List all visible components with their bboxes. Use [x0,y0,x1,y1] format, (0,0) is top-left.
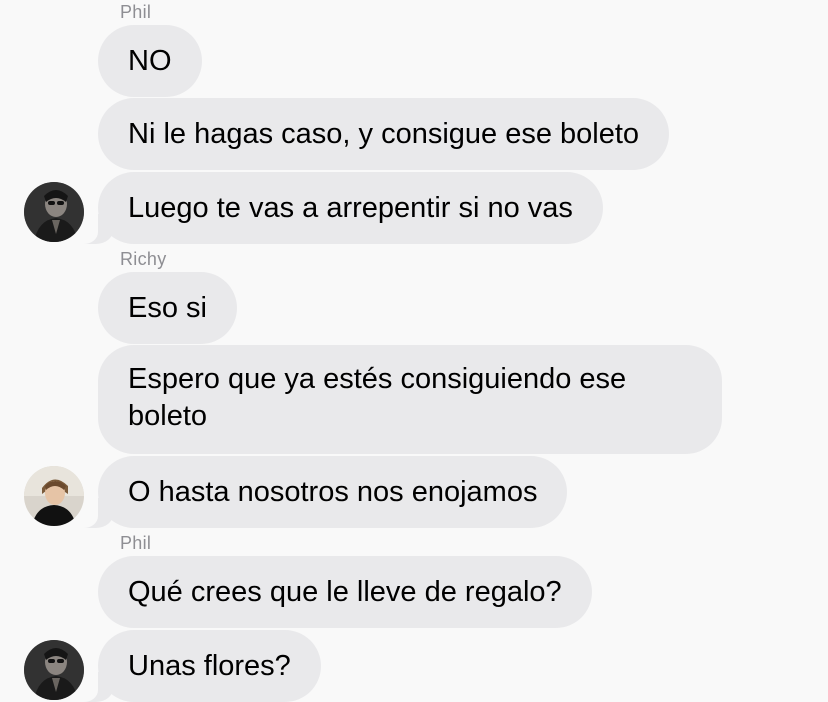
message-text: Eso si [128,291,207,324]
message-bubble[interactable]: Luego te vas a arrepentir si no vas [68,172,603,244]
message-bubble[interactable]: Eso si [98,272,237,344]
message-text: O hasta nosotros nos enojamos [128,475,538,508]
message-bubble[interactable]: Unas flores? [68,630,321,702]
phil-avatar-image [24,640,84,700]
sender-name-label: Phil [120,2,152,22]
message-bubble[interactable]: Espero que ya estés consiguiendo ese bol… [98,345,722,454]
richy-avatar[interactable] [24,466,84,526]
message-bubble[interactable]: Qué crees que le lleve de regalo? [98,556,592,628]
sender-name-label: Phil [120,533,152,553]
message-bubble[interactable]: Ni le hagas caso, y consigue ese boleto [98,98,670,170]
message-text: Ni le hagas caso, y consigue ese boleto [128,117,640,150]
message-text: Qué crees que le lleve de regalo? [128,575,562,608]
message-text: Unas flores? [128,649,291,682]
message-text: NO [128,44,172,77]
message-text: Luego te vas a arrepentir si no vas [128,191,573,224]
message-text: Espero que ya estés consiguiendo ese bol… [128,363,627,432]
richy-avatar-image [24,466,84,526]
message-bubble[interactable]: O hasta nosotros nos enojamos [67,456,568,528]
phil-avatar[interactable] [24,182,84,242]
phil-avatar-image [24,182,84,242]
sender-name-label: Richy [120,249,167,269]
phil-avatar[interactable] [24,640,84,700]
message-bubble[interactable]: NO [98,25,202,97]
